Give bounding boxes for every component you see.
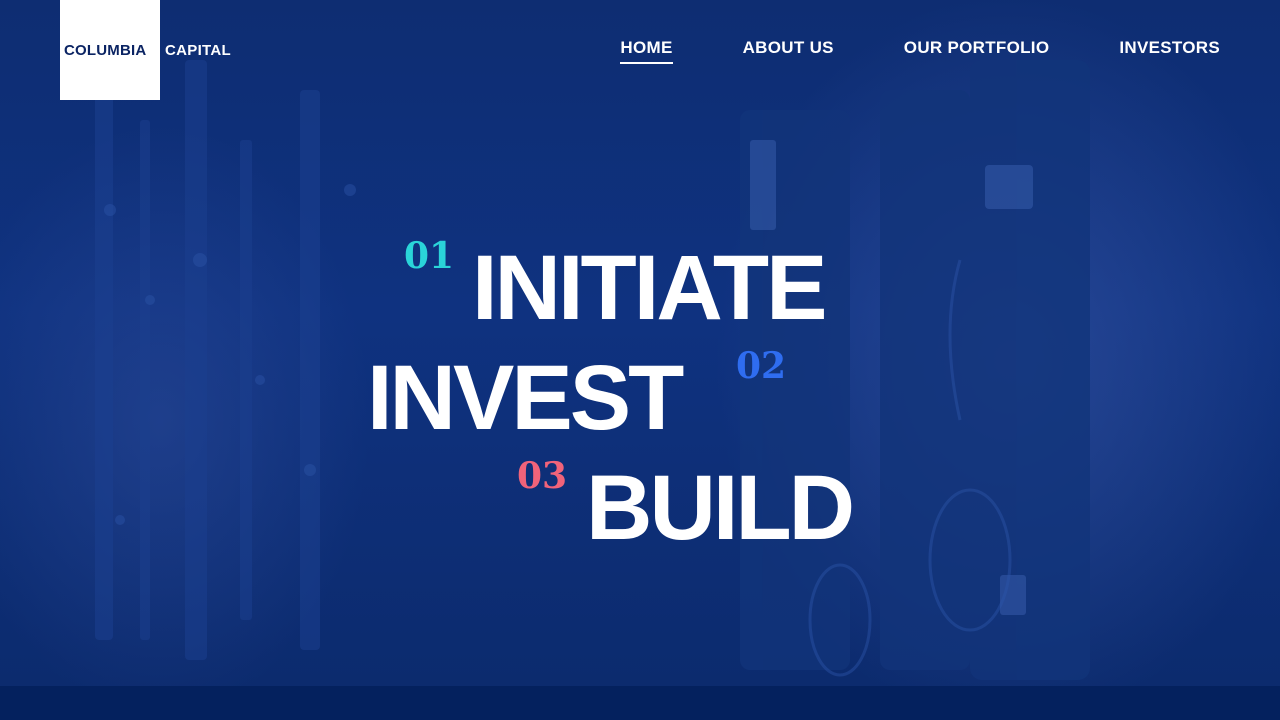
step-word-invest: INVEST — [367, 347, 684, 449]
nav-item-home[interactable]: HOME — [620, 38, 673, 64]
nav-item-our-portfolio[interactable]: OUR PORTFOLIO — [904, 38, 1050, 64]
step-number-02: 02 — [736, 345, 787, 387]
site-header: COLUMBIA CAPITAL HOME ABOUT US OUR PORTF… — [0, 0, 1280, 100]
main-nav: HOME ABOUT US OUR PORTFOLIO INVESTORS — [620, 38, 1220, 64]
logo-secondary-text: CAPITAL — [165, 41, 231, 59]
footer-strip — [0, 686, 1280, 720]
page: COLUMBIA CAPITAL HOME ABOUT US OUR PORTF… — [0, 0, 1280, 720]
nav-item-investors[interactable]: INVESTORS — [1119, 38, 1220, 64]
step-number-01: 01 — [404, 235, 455, 277]
step-word-initiate: INITIATE — [472, 237, 827, 339]
step-number-03: 03 — [517, 455, 568, 497]
logo-primary-text: COLUMBIA — [64, 41, 147, 59]
step-word-build: BUILD — [586, 457, 855, 559]
hero-background-image — [0, 0, 1280, 686]
logo-box: COLUMBIA — [60, 0, 160, 100]
logo[interactable]: COLUMBIA CAPITAL — [60, 0, 231, 100]
nav-item-about-us[interactable]: ABOUT US — [743, 38, 834, 64]
